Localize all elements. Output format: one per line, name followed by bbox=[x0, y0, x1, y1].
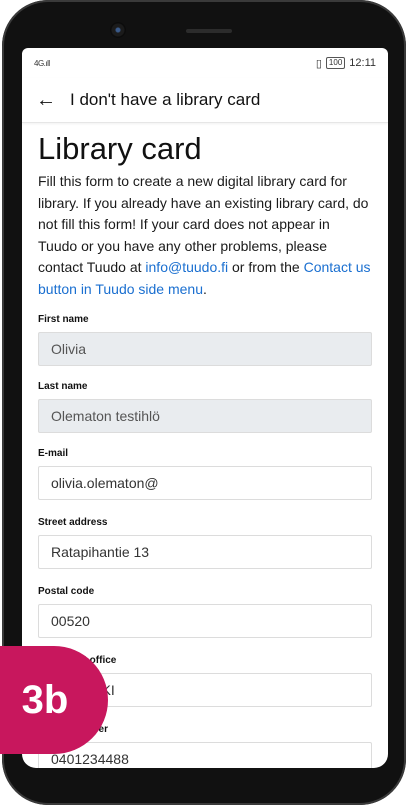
postal-code-label: Postal code bbox=[38, 586, 95, 597]
email-field[interactable]: olivia.olematon@ bbox=[38, 466, 372, 500]
app-bar: ← I don't have a library card bbox=[22, 78, 388, 123]
status-time: 12:11 bbox=[349, 57, 376, 69]
arrow-left-icon[interactable]: ← bbox=[22, 89, 70, 112]
first-name-field[interactable]: Olivia bbox=[38, 332, 372, 366]
signal-icon: 4G.ıll bbox=[34, 58, 50, 68]
email-link[interactable]: info@tuudo.fi bbox=[145, 259, 228, 275]
first-name-label: First name bbox=[38, 314, 89, 325]
phone-field[interactable]: 0401234488 bbox=[38, 742, 372, 768]
intro-end: . bbox=[203, 280, 207, 297]
intro-text: Fill this form to create a new digital l… bbox=[38, 171, 372, 300]
status-right: ▯ 100 12:11 bbox=[316, 57, 376, 70]
app-bar-title: I don't have a library card bbox=[70, 90, 261, 109]
street-address-field[interactable]: Ratapihantie 13 bbox=[38, 535, 372, 569]
battery-icon: 100 bbox=[325, 57, 346, 69]
camera-icon bbox=[110, 22, 126, 38]
last-name-label: Last name bbox=[38, 381, 88, 392]
street-address-label: Street address bbox=[38, 517, 108, 528]
last-name-field[interactable]: Olematon testihlö bbox=[38, 399, 372, 433]
vibrate-icon: ▯ bbox=[315, 57, 322, 70]
postal-code-field[interactable]: 00520 bbox=[38, 604, 372, 638]
page-title: Library card bbox=[38, 131, 202, 166]
email-label: E-mail bbox=[38, 448, 69, 459]
speaker-grille bbox=[186, 29, 232, 33]
step-badge: 3b bbox=[0, 646, 108, 754]
step-badge-label: 3b bbox=[21, 677, 69, 722]
intro-mid: or from the bbox=[228, 259, 304, 275]
status-bar: 4G.ıll ▯ 100 12:11 bbox=[22, 48, 388, 78]
